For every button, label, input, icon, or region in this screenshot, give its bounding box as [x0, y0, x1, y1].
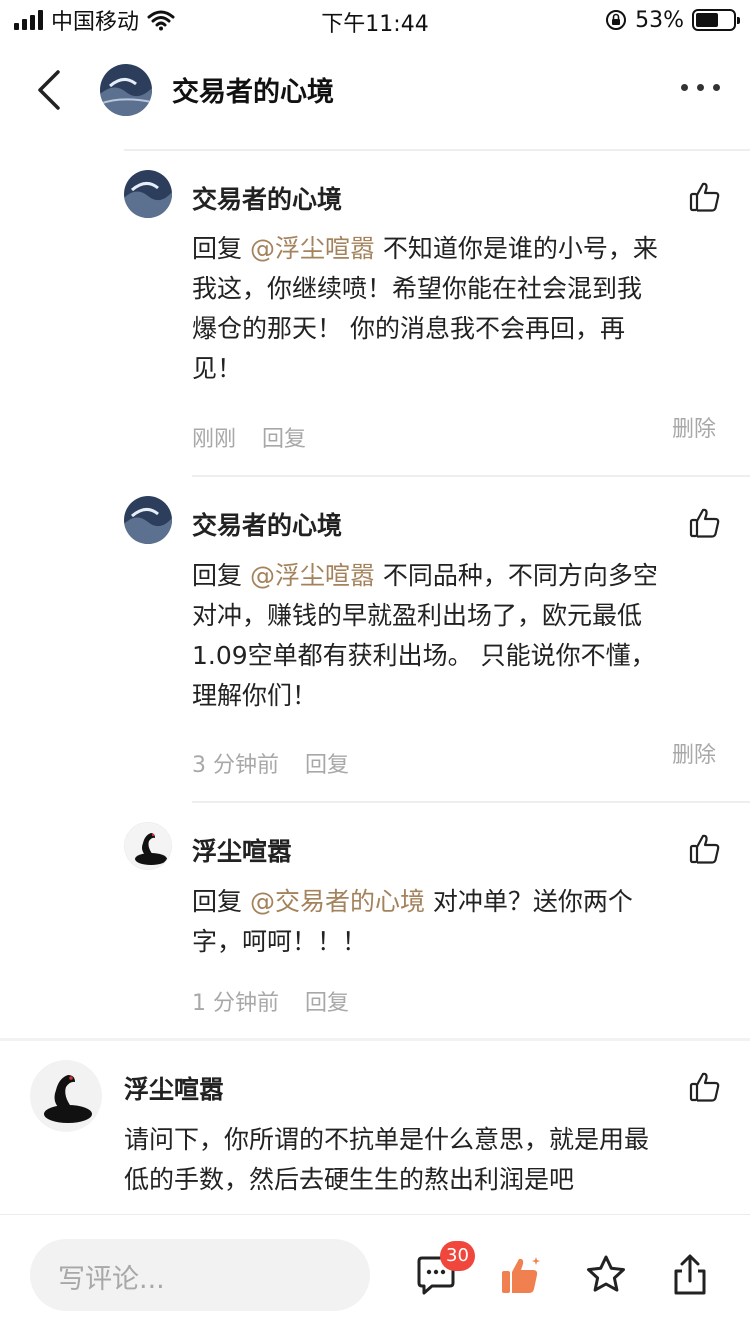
- comment-line: 不知道你是谁的小号，来: [374, 234, 658, 263]
- comment-text: 请问下，你所谓的不抗单是什么意思，就是用最 低的手数，然后去硬生生的熬出利润是吧: [124, 1120, 724, 1200]
- comment-text: 回复 @浮尘喧嚣 不知道你是谁的小号，来 我这，你继续喷！希望你能在社会混到我 …: [192, 229, 722, 389]
- comment-meta: 刚刚 回复: [192, 421, 306, 453]
- like-active-icon[interactable]: [498, 1253, 542, 1297]
- comment-avatar[interactable]: [30, 1060, 102, 1132]
- divider: [192, 475, 750, 477]
- comment-first-line: 回复 @浮尘喧嚣 不知道你是谁的小号，来: [192, 229, 722, 269]
- divider: [124, 149, 750, 151]
- comment-meta: 1 分钟前 回复: [192, 985, 349, 1017]
- status-bar: 中国移动 下午11:44 53%: [0, 0, 750, 40]
- mention-link[interactable]: @浮尘喧嚣: [250, 561, 375, 590]
- comment-input[interactable]: 写评论...: [30, 1239, 370, 1311]
- comment-author[interactable]: 浮尘喧嚣: [192, 832, 292, 868]
- delete-button[interactable]: 删除: [672, 737, 716, 769]
- comment-count-badge: 30: [440, 1241, 475, 1271]
- comment-text: 回复 @浮尘喧嚣 不同品种，不同方向多空 对冲，赚钱的早就盈利出场了，欧元最低 …: [192, 556, 722, 716]
- share-icon[interactable]: [668, 1253, 712, 1297]
- like-icon[interactable]: [688, 506, 722, 540]
- bottom-bar: 写评论... 30: [0, 1214, 750, 1334]
- rotation-lock-icon: [606, 10, 627, 30]
- comment-first-line: 回复 @浮尘喧嚣 不同品种，不同方向多空: [192, 556, 722, 596]
- comment-text: 回复 @交易者的心境 对冲单？送你两个 字，呵呵！！！: [192, 882, 722, 962]
- header-avatar[interactable]: [100, 64, 152, 116]
- reply-button[interactable]: 回复: [305, 747, 349, 779]
- comment-line: 理解你们！: [192, 681, 318, 710]
- comment-line: 1.09空单都有获利出场。 只能说你不懂，: [192, 641, 656, 670]
- mention-link[interactable]: @浮尘喧嚣: [250, 234, 375, 263]
- section-divider: [0, 1038, 750, 1041]
- delete-button[interactable]: 删除: [672, 411, 716, 443]
- comment-avatar[interactable]: [124, 496, 172, 544]
- divider: [192, 801, 750, 803]
- reply-prefix: 回复: [192, 234, 243, 263]
- star-icon[interactable]: [584, 1253, 628, 1297]
- mention-link[interactable]: @交易者的心境: [250, 887, 425, 916]
- reply-button[interactable]: 回复: [262, 421, 306, 453]
- page-title: 交易者的心境: [172, 77, 334, 108]
- comment-line: 对冲单？送你两个: [424, 887, 633, 916]
- comment-avatar[interactable]: [124, 822, 172, 870]
- comment-line: 对冲，赚钱的早就盈利出场了，欧元最低: [192, 601, 643, 630]
- comment-line: 我这，你继续喷！希望你能在社会混到我: [192, 274, 643, 303]
- comment-line: 请问下，你所谓的不抗单是什么意思，就是用最: [124, 1125, 650, 1154]
- comment-author[interactable]: 浮尘喧嚣: [124, 1070, 224, 1106]
- like-icon[interactable]: [688, 180, 722, 214]
- comment-time: 1 分钟前: [192, 991, 279, 1016]
- comment-author[interactable]: 交易者的心境: [192, 180, 342, 216]
- comment-first-line: 回复 @交易者的心境 对冲单？送你两个: [192, 882, 722, 922]
- comment-line: 爆仓的那天！ 你的消息我不会再回，再: [192, 314, 625, 343]
- reply-button[interactable]: 回复: [305, 985, 349, 1017]
- reply-prefix: 回复: [192, 561, 243, 590]
- comment-avatar[interactable]: [124, 170, 172, 218]
- battery-icon: [692, 9, 740, 31]
- back-icon[interactable]: [30, 66, 70, 114]
- more-options-icon[interactable]: [681, 84, 720, 91]
- nav-bar: 交易者的心境: [0, 40, 750, 140]
- reply-prefix: 回复: [192, 887, 243, 916]
- comment-line: 低的手数，然后去硬生生的熬出利润是吧: [124, 1165, 575, 1194]
- comment-author[interactable]: 交易者的心境: [192, 506, 342, 542]
- battery-percent: 53%: [635, 7, 684, 33]
- comment-line: 见！: [192, 354, 243, 383]
- like-icon[interactable]: [688, 1070, 722, 1104]
- comment-time: 刚刚: [192, 427, 237, 452]
- comment-line: 字，呵呵！！！: [192, 927, 368, 956]
- like-icon[interactable]: [688, 832, 722, 866]
- comment-line: 不同品种，不同方向多空: [374, 561, 658, 590]
- comment-meta: 3 分钟前 回复: [192, 747, 349, 779]
- comment-input-placeholder: 写评论...: [58, 1264, 165, 1295]
- comment-time: 3 分钟前: [192, 753, 279, 778]
